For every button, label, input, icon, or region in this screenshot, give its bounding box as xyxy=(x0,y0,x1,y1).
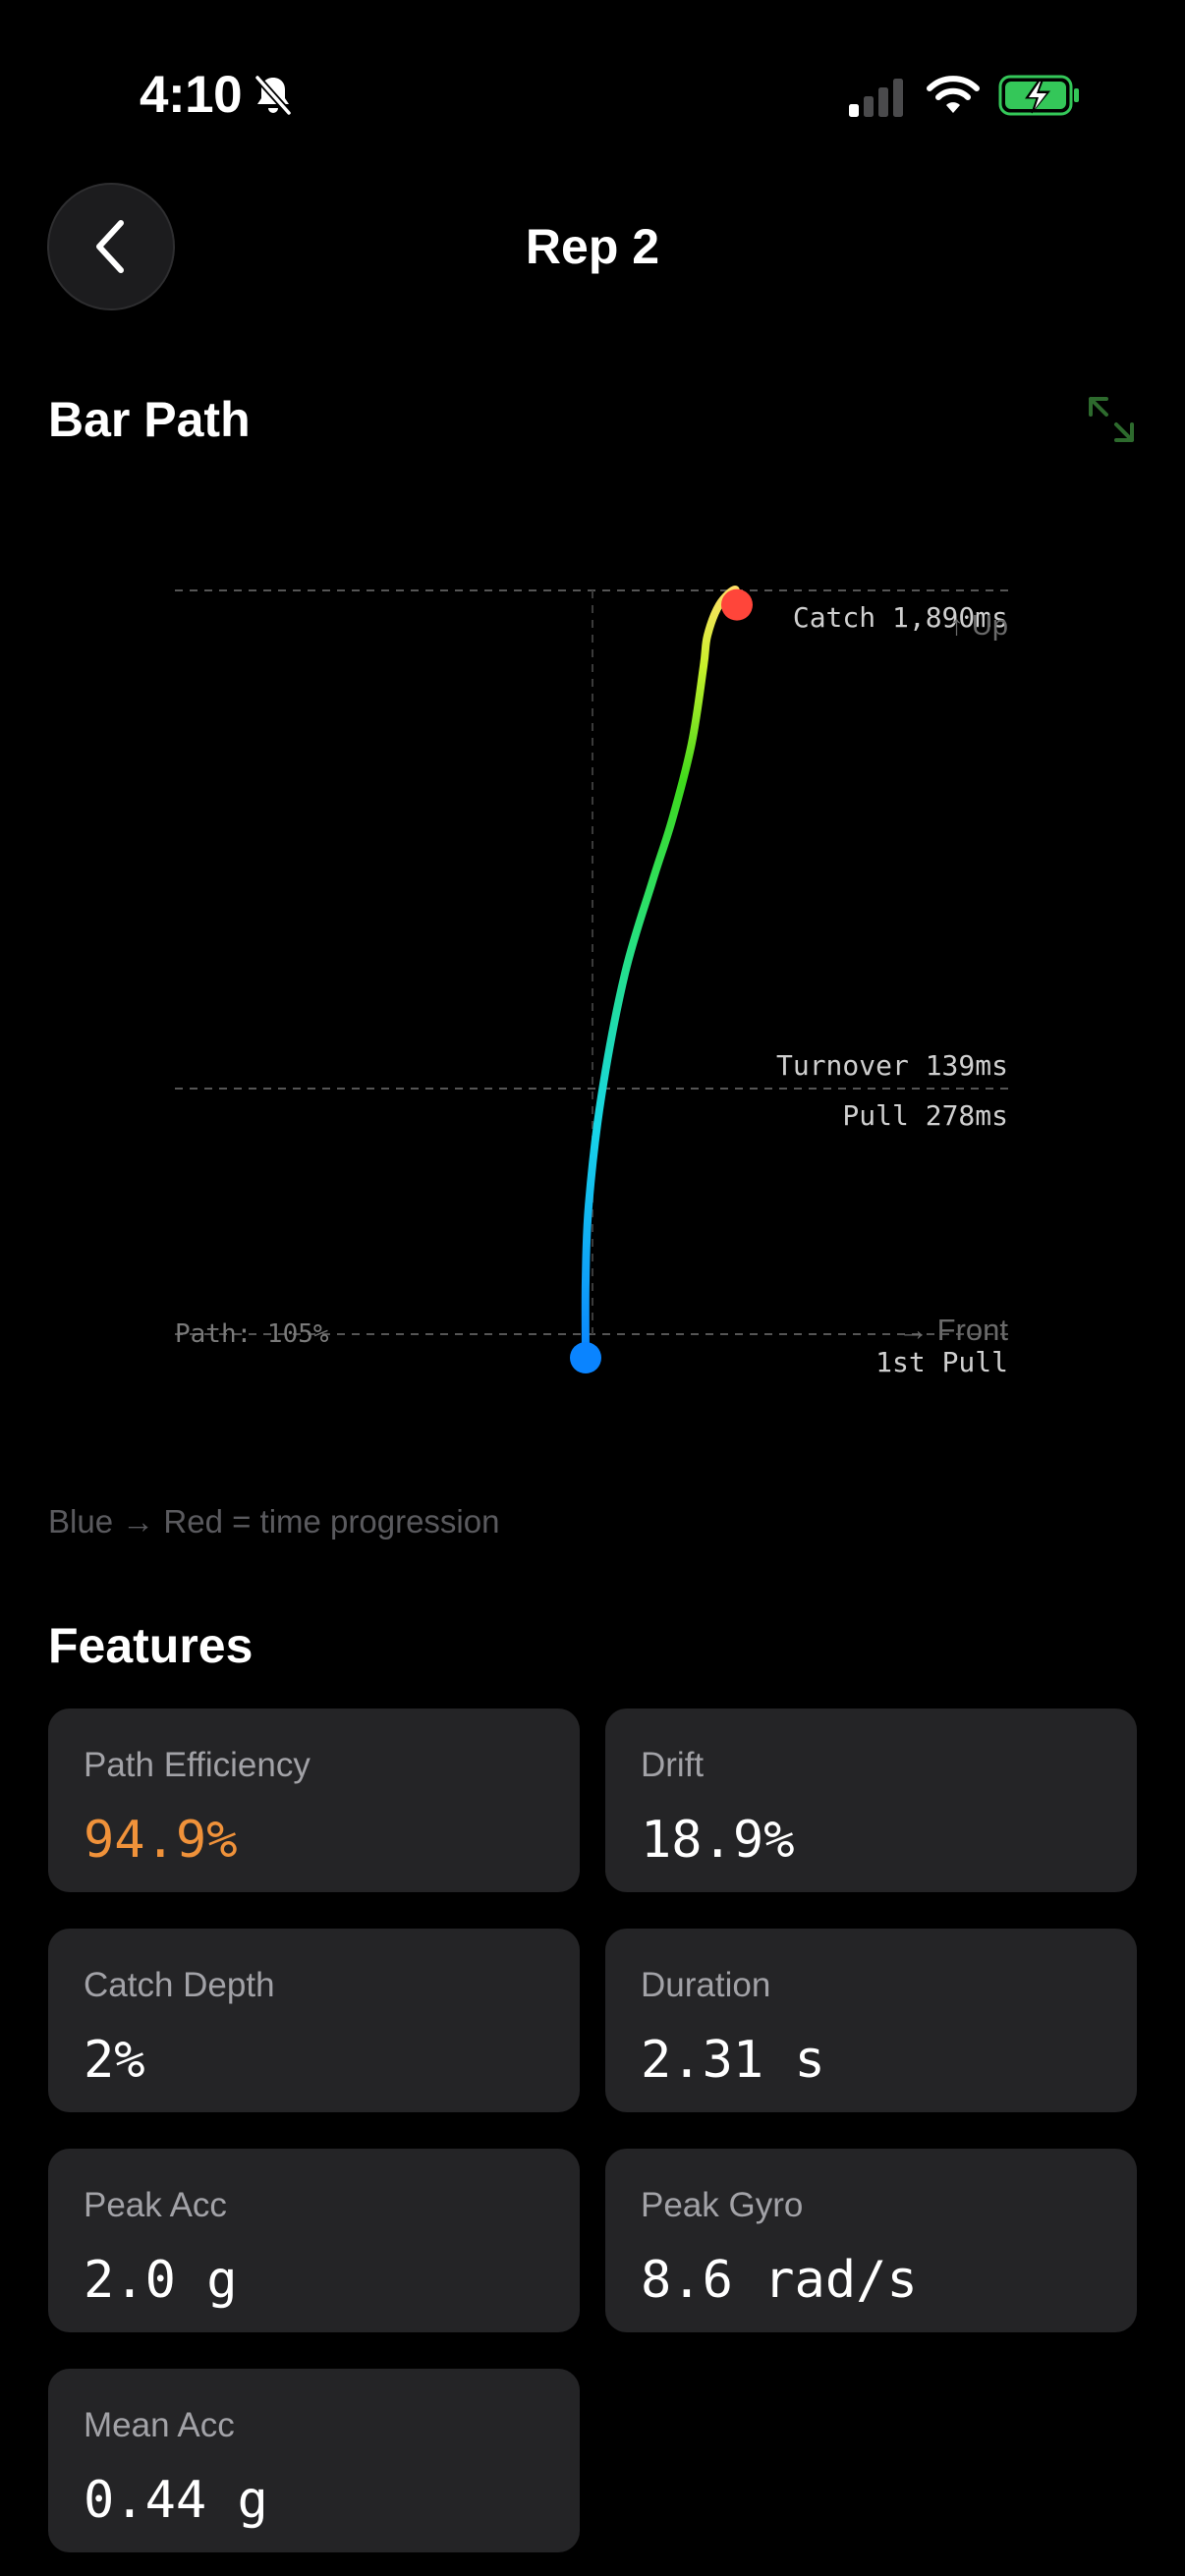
time-progression-caption: Blue → Red = time progression xyxy=(48,1503,500,1540)
feature-card-catch-depth: Catch Depth 2% xyxy=(48,1929,580,2112)
feature-label: Drift xyxy=(641,1746,705,1784)
feature-value: 94.9% xyxy=(84,1811,238,1870)
front-axis-label: → Front xyxy=(898,1313,1008,1347)
bar-path-line xyxy=(581,586,741,1362)
feature-value: 0.44 g xyxy=(84,2471,268,2530)
feature-card-peak-gyro: Peak Gyro 8.6 rad/s xyxy=(605,2149,1137,2332)
pull-label: Pull 278ms xyxy=(842,1099,1008,1132)
feature-card-drift: Drift 18.9% xyxy=(605,1708,1137,1892)
feature-label: Peak Gyro xyxy=(641,2186,804,2224)
feature-label: Mean Acc xyxy=(84,2406,235,2444)
start-point xyxy=(570,1342,601,1373)
chart-gridlines xyxy=(175,589,1010,1335)
feature-card-duration: Duration 2.31 s xyxy=(605,1929,1137,2112)
feature-label: Catch Depth xyxy=(84,1966,275,2004)
end-point xyxy=(721,588,753,621)
feature-value: 2% xyxy=(84,2031,145,2090)
feature-label: Peak Acc xyxy=(84,2186,227,2224)
up-axis-label: ↑ Up xyxy=(949,610,1008,642)
feature-value: 18.9% xyxy=(641,1811,795,1870)
feature-card-peak-acc: Peak Acc 2.0 g xyxy=(48,2149,580,2332)
feature-label: Path Efficiency xyxy=(84,1746,310,1784)
bar-path-chart: Catch 1,890ms ↑ Up Turnover 139ms Pull 2… xyxy=(175,586,1010,1378)
feature-card-mean-acc: Mean Acc 0.44 g xyxy=(48,2369,580,2552)
feature-label: Duration xyxy=(641,1966,771,2004)
feature-value: 8.6 rad/s xyxy=(641,2251,918,2310)
first-pull-label: 1st Pull xyxy=(875,1346,1008,1378)
path-ratio-label: Path: 105% xyxy=(175,1319,329,1349)
features-title: Features xyxy=(48,1618,254,1673)
feature-card-path-efficiency: Path Efficiency 94.9% xyxy=(48,1708,580,1892)
turnover-label: Turnover 139ms xyxy=(776,1049,1008,1082)
feature-value: 2.0 g xyxy=(84,2251,238,2310)
feature-value: 2.31 s xyxy=(641,2031,825,2090)
